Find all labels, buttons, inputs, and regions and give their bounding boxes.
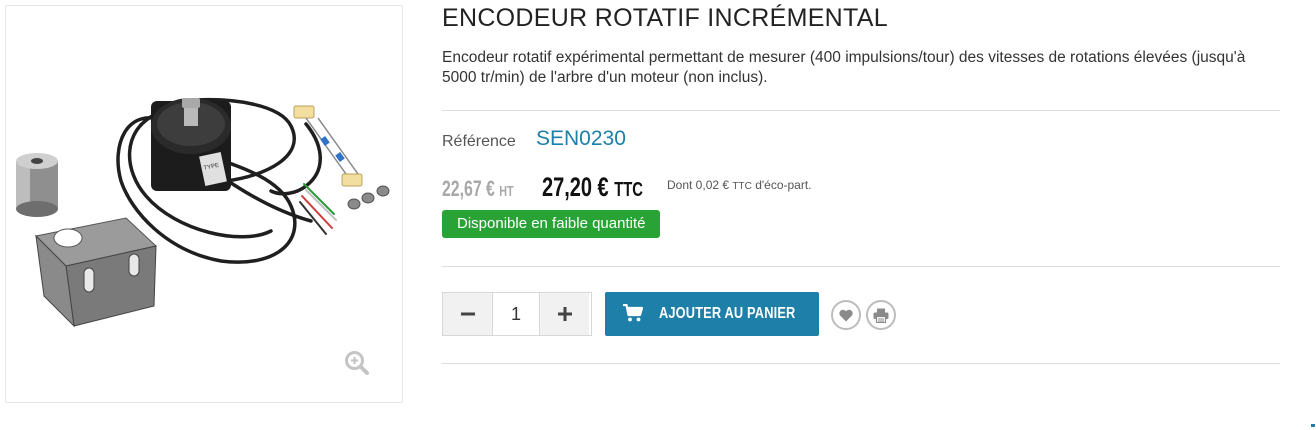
wishlist-button[interactable] <box>831 300 861 330</box>
price-ht: 22,67 € HT <box>442 176 514 202</box>
eco-ttc: TTC <box>732 181 752 192</box>
divider <box>442 110 1280 111</box>
product-description: Encodeur rotatif expérimental permettant… <box>442 49 1246 86</box>
plus-icon <box>557 307 572 321</box>
price-ht-suffix: HT <box>499 183 514 200</box>
eco-prefix: Dont 0,02 € <box>667 178 730 192</box>
print-button[interactable] <box>866 300 896 330</box>
product-image-box[interactable]: TYPE <box>5 5 403 403</box>
divider <box>442 266 1280 267</box>
quantity-input[interactable] <box>492 293 540 335</box>
eco-suffix: d'éco-part. <box>755 178 812 192</box>
printer-icon <box>873 308 889 323</box>
decrement-button[interactable] <box>443 293 492 335</box>
shopping-cart-icon <box>623 304 643 322</box>
quantity-stepper <box>442 292 592 336</box>
reference-label: Référence <box>442 133 516 150</box>
price-ttc: 27,20 € TTC <box>542 172 643 203</box>
reference-value: SEN0230 <box>536 127 626 150</box>
divider <box>442 363 1280 364</box>
price-ttc-suffix: TTC <box>614 179 644 201</box>
price-ttc-value: 27,20 € <box>542 172 609 202</box>
heart-icon <box>839 309 853 321</box>
add-to-cart-label: AJOUTER AU PANIER <box>659 305 796 322</box>
minus-icon <box>460 312 475 316</box>
availability-badge: Disponible en faible quantité <box>442 210 661 238</box>
scroll-indicator <box>1311 424 1315 427</box>
increment-button[interactable] <box>540 293 589 335</box>
zoom-in-icon[interactable] <box>344 350 370 376</box>
add-to-cart-button[interactable]: AJOUTER AU PANIER <box>605 292 819 336</box>
eco-participation: Dont 0,02 € TTC d'éco-part. <box>667 178 812 192</box>
price-ht-value: 22,67 € <box>442 176 495 201</box>
product-image[interactable]: TYPE <box>6 6 404 404</box>
product-title: ENCODEUR ROTATIF INCRÉMENTAL <box>442 4 888 32</box>
